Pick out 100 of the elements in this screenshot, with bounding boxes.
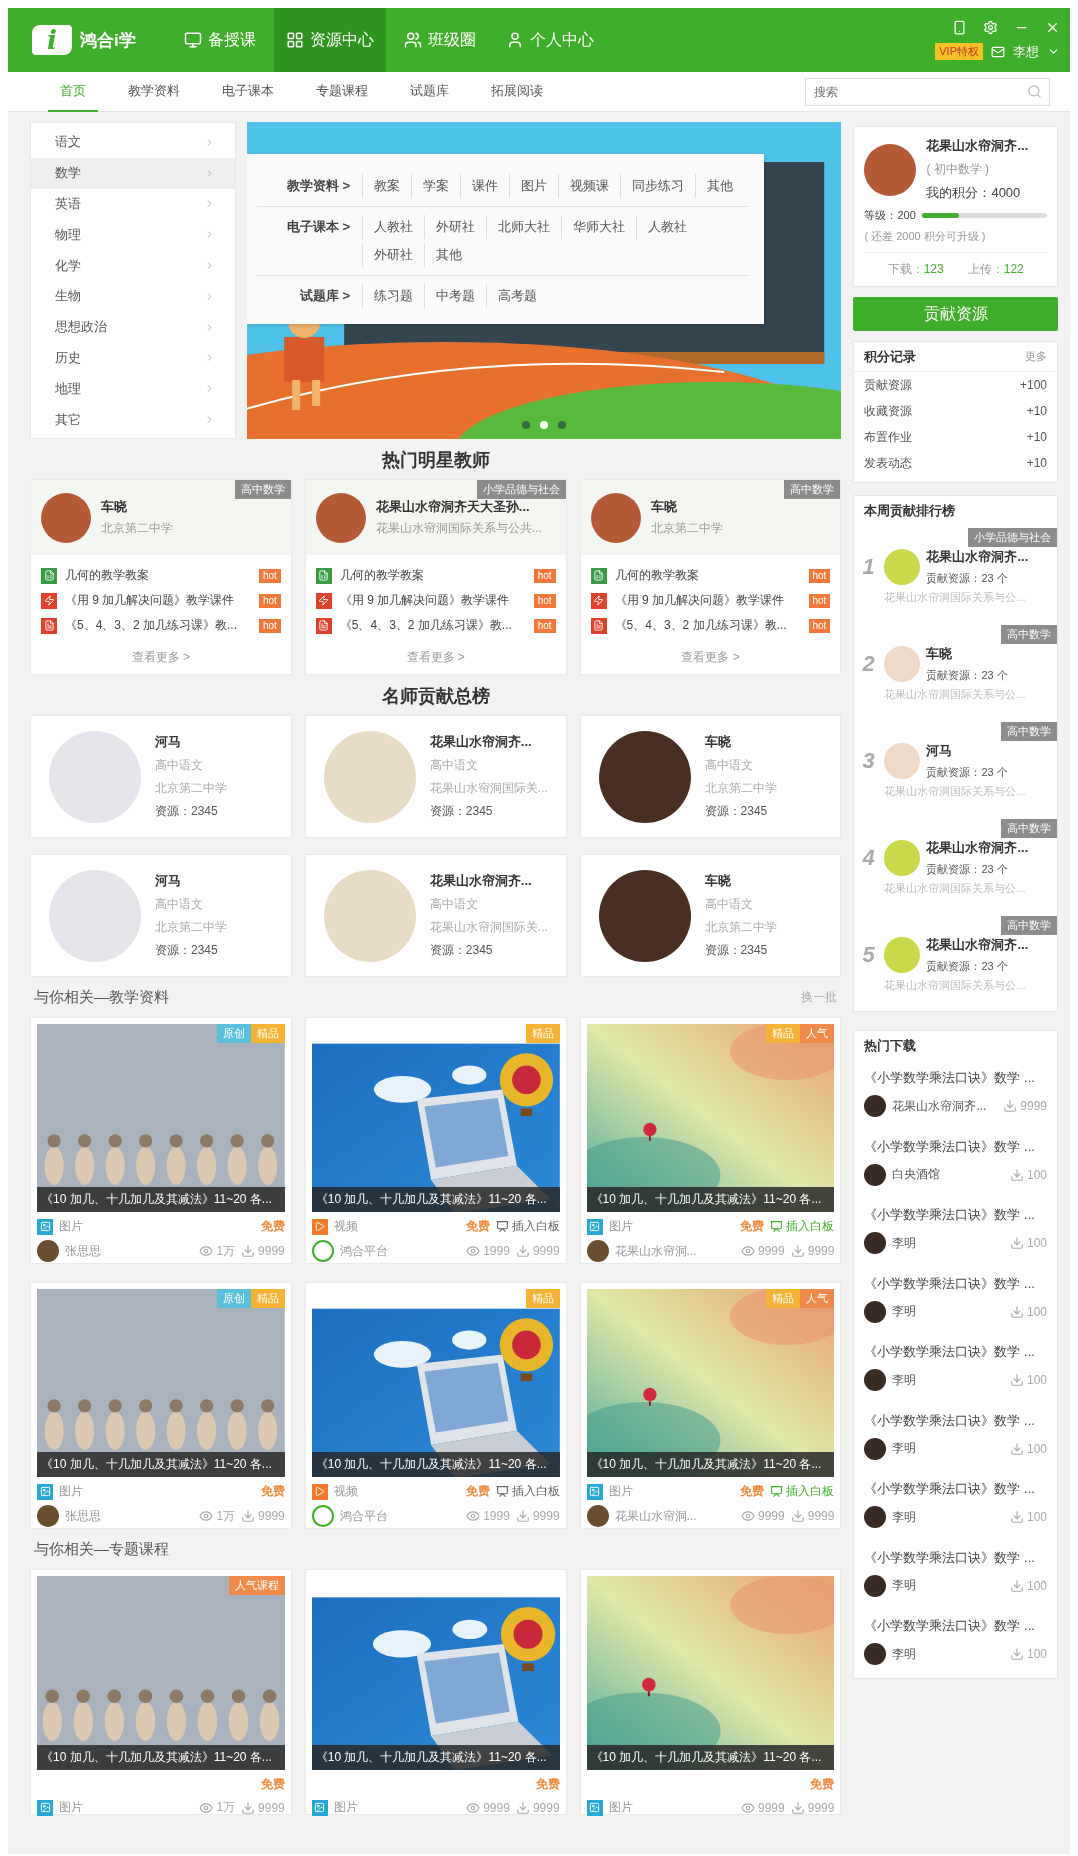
school-name: 北京第二中学 (155, 919, 227, 936)
download-title-link[interactable]: 《小学数学乘法口诀》数学 ... (864, 1274, 1047, 1293)
submenu-link[interactable]: 其他 (695, 174, 744, 198)
document-icon (41, 617, 57, 634)
resource-card[interactable]: 精品 《10 加几、十几加几及其减法》11~20 各... 视频 免费 插入白板 鸿合平台 1999 9999 (304, 1282, 567, 1529)
submenu-link[interactable]: 教案 (362, 174, 411, 198)
submenu-link[interactable]: 练习题 (362, 284, 424, 308)
category-item[interactable]: 数学 (31, 157, 235, 189)
teacher-name[interactable]: 车晓 (650, 498, 723, 516)
category-item[interactable]: 思想政治 (31, 311, 235, 343)
teacher-name[interactable]: 车晓 (101, 498, 173, 516)
category-item[interactable]: 其它 (31, 404, 235, 435)
submenu-heading[interactable]: 教学资料 > (257, 174, 362, 198)
teacher-card[interactable]: 车晓 高中语文 北京第二中学 资源：2345 (579, 854, 842, 977)
submenu-link[interactable]: 图片 (509, 174, 558, 198)
teacher-card[interactable]: 花果山水帘洞齐... 高中语文 花果山水帘洞国际关... 资源：2345 (304, 715, 567, 838)
author-name: 白央酒馆 (892, 1166, 941, 1183)
submenu-link[interactable]: 中考题 (424, 284, 486, 308)
file-link[interactable]: 《用 9 加几解决问题》教学课件 (614, 592, 801, 609)
price-label: 免费 (740, 1483, 765, 1500)
price-label: 免费 (810, 1776, 835, 1793)
sub-nav-tab[interactable]: 专题课程 (304, 71, 380, 112)
course-card[interactable]: 《10 加几、十几加几及其减法》11~20 各... 免费 图片 9999 9999 (579, 1569, 842, 1815)
course-card[interactable]: 《10 加几、十几加几及其减法》11~20 各... 免费 图片 9999 9999 (304, 1569, 567, 1815)
organization-name: 花果山水帘洞国际关系与公... (883, 590, 1027, 605)
submenu-link[interactable]: 北师大社 (486, 215, 561, 239)
download-title-link[interactable]: 《小学数学乘法口诀》数学 ... (864, 1343, 1047, 1361)
file-link[interactable]: 《用 9 加几解决问题》教学课件 (65, 592, 251, 609)
teacher-card[interactable]: 车晓 高中语文 北京第二中学 资源：2345 (579, 715, 842, 838)
submenu-link[interactable]: 高考题 (486, 284, 548, 308)
avatar (864, 1506, 887, 1528)
category-item[interactable]: 化学 (31, 250, 235, 281)
category-item[interactable]: 语文 (31, 127, 235, 158)
download-title-link[interactable]: 《小学数学乘法口诀》数学 ... (864, 1548, 1047, 1567)
resource-card[interactable]: 精品 《10 加几、十几加几及其减法》11~20 各... 视频 免费 插入白板 鸿合平台 1999 9999 (304, 1017, 567, 1264)
search-icon[interactable] (1027, 83, 1042, 99)
sub-nav-tab[interactable]: 教学资料 (116, 71, 192, 112)
submenu-link[interactable]: 其他 (424, 243, 473, 267)
course-card[interactable]: 人气课程 《10 加几、十几加几及其减法》11~20 各... 免费 图片 1万 9999 (30, 1569, 292, 1815)
type-label: 视频 (333, 1483, 358, 1500)
view-count: 1万 (216, 1799, 236, 1816)
mail-icon[interactable] (991, 44, 1005, 59)
insert-whiteboard-button[interactable]: 插入白板 (495, 1483, 560, 1500)
download-title-link[interactable]: 《小学数学乘法口诀》数学 ... (864, 1480, 1047, 1498)
file-link[interactable]: 《5、4、3、2 加几练习课》教... (65, 617, 251, 634)
sub-nav-tab[interactable]: 试题库 (398, 71, 461, 112)
carousel-dot[interactable] (558, 421, 567, 429)
sub-nav-tab[interactable]: 拓展阅读 (479, 71, 555, 112)
subject-label: 高中语文 (704, 757, 754, 774)
nav-tab[interactable]: 资源中心 (273, 8, 386, 72)
submenu-link[interactable]: 人教社 (362, 215, 424, 239)
resource-card[interactable]: 原创 精品 《10 加几、十几加几及其减法》11~20 各... 图片 免费 张思思 1万 9999 (30, 1017, 292, 1264)
download-title-link[interactable]: 《小学数学乘法口诀》数学 ... (864, 1411, 1047, 1430)
file-link[interactable]: 几何的教学教案 (339, 567, 526, 584)
category-item[interactable]: 历史 (31, 342, 235, 374)
download-count: 9999 (1020, 1099, 1047, 1113)
download-title-link[interactable]: 《小学数学乘法口诀》数学 ... (864, 1069, 1047, 1087)
submenu-heading[interactable]: 电子课本 > (257, 215, 362, 267)
resource-card[interactable]: 原创 精品 《10 加几、十几加几及其减法》11~20 各... 图片 免费 张思思 1万 9999 (30, 1282, 292, 1529)
category-item[interactable]: 英语 (31, 188, 235, 220)
file-link[interactable]: 《用 9 加几解决问题》教学课件 (339, 592, 526, 609)
resource-card[interactable]: 精品 人气 《10 加几、十几加几及其减法》11~20 各... 图片 免费 插入白板 花果山水帘洞... 9999 9999 (579, 1282, 842, 1529)
category-item[interactable]: 生物 (31, 281, 235, 312)
settings-icon[interactable] (983, 19, 998, 35)
insert-whiteboard-button[interactable]: 插入白板 (495, 1218, 560, 1235)
resource-card[interactable]: 精品 人气 《10 加几、十几加几及其减法》11~20 各... 图片 免费 插入白板 花果山水帘洞... 9999 9999 (579, 1017, 842, 1264)
submenu-link[interactable]: 外研社 (424, 215, 486, 239)
file-link[interactable]: 几何的教学教案 (65, 567, 251, 584)
search-field[interactable]: 搜索 (805, 77, 1050, 106)
download-title-link[interactable]: 《小学数学乘法口诀》数学 ... (864, 1617, 1047, 1635)
submenu-link[interactable]: 华师大社 (561, 215, 636, 239)
log-label: 贡献资源 (864, 376, 913, 394)
subject-label: 高中语文 (429, 896, 479, 913)
download-count: 100 (1026, 1167, 1047, 1182)
category-item[interactable]: 物理 (31, 219, 235, 251)
carousel-dot[interactable] (540, 421, 549, 429)
category-item[interactable]: 地理 (31, 373, 235, 405)
file-link[interactable]: 《5、4、3、2 加几练习课》教... (614, 617, 801, 634)
tag: 精品 (525, 1024, 560, 1043)
submenu-link[interactable]: 课件 (460, 174, 509, 198)
submenu-link[interactable]: 学案 (411, 174, 460, 198)
submenu-link[interactable]: 同步练习 (620, 174, 695, 198)
download-title-link[interactable]: 《小学数学乘法口诀》数学 ... (864, 1206, 1047, 1224)
submenu-link[interactable]: 外研社 (362, 243, 424, 267)
teacher-card[interactable]: 花果山水帘洞齐... 高中语文 花果山水帘洞国际关... 资源：2345 (304, 854, 567, 977)
carousel-dot[interactable] (522, 421, 531, 429)
submenu-link[interactable]: 视频课 (558, 174, 620, 198)
eye-icon (466, 1244, 481, 1258)
download-title-link[interactable]: 《小学数学乘法口诀》数学 ... (864, 1137, 1047, 1156)
file-link[interactable]: 几何的教学教案 (614, 567, 801, 584)
teacher-card[interactable]: 河马 高中语文 北京第二中学 资源：2345 (30, 854, 292, 977)
submenu-heading[interactable]: 试题库 > (257, 284, 362, 308)
teacher-name[interactable]: 花果山水帘洞齐天大圣孙... (375, 498, 542, 516)
file-link[interactable]: 《5、4、3、2 加几练习课》教... (339, 617, 526, 634)
sub-nav-tab[interactable]: 电子课本 (210, 71, 286, 112)
spreadsheet-icon (590, 567, 607, 584)
submenu-link[interactable]: 人教社 (636, 215, 698, 239)
teacher-card[interactable]: 河马 高中语文 北京第二中学 资源：2345 (30, 715, 292, 838)
phone-icon[interactable] (952, 19, 967, 35)
tag: 精品 (766, 1289, 801, 1308)
